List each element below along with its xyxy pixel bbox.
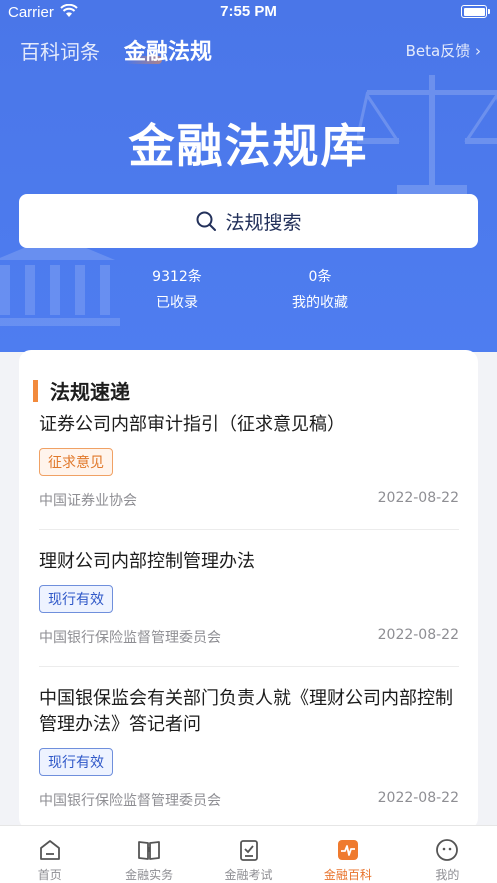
clock: 7:55 PM (220, 3, 277, 20)
top-navigation: 百科词条 金融法规 Beta反馈 › (0, 34, 497, 68)
regulation-search-button[interactable]: 法规搜索 (19, 194, 478, 248)
article-date: 2022-08-22 (377, 627, 459, 643)
section-accent-bar (33, 379, 38, 402)
tab-regulations[interactable]: 金融法规 (124, 34, 212, 66)
search-label: 法规搜索 (225, 211, 302, 234)
status-bar: Carrier 7:55 PM (0, 0, 497, 26)
page-title: 金融法规库 (128, 119, 369, 173)
profile-icon (436, 839, 459, 861)
book-icon (138, 841, 161, 860)
article-date: 2022-08-22 (377, 490, 459, 506)
tab-label: 首页 (37, 868, 62, 882)
stats-row: 9312条 已收录 0条 我的收藏 (0, 266, 497, 316)
tab-exam[interactable]: 金融考试 (199, 826, 298, 883)
tab-label: 我的 (435, 868, 460, 882)
article-title: 中国银保监会有关部门负责人就《理财公司内部控制管理办法》答记者问 (39, 688, 453, 735)
stat-value: 9312条 (152, 269, 202, 285)
regulation-news-card: 法规速递 证券公司内部审计指引（征求意见稿） 征求意见 中国证券业协会 2022… (19, 350, 478, 830)
article-title: 理财公司内部控制管理办法 (39, 551, 255, 572)
stat-favorites[interactable]: 0条 我的收藏 (260, 266, 380, 312)
article-meta: 中国银行保险监督管理委员会 2022-08-22 (39, 790, 459, 810)
article-meta: 中国证券业协会 2022-08-22 (39, 490, 459, 510)
search-icon (196, 211, 217, 231)
article-title: 证券公司内部审计指引（征求意见稿） (39, 414, 345, 435)
section-header: 法规速递 (33, 376, 130, 405)
status-badge: 现行有效 (39, 748, 113, 776)
tab-label: 金融考试 (224, 868, 273, 882)
stat-value: 0条 (308, 269, 332, 285)
stat-label: 已收录 (156, 295, 198, 311)
tab-encyclopedia[interactable]: 百科词条 (20, 36, 100, 65)
article-source: 中国证券业协会 (39, 493, 137, 509)
bottom-tab-bar: 首页 金融实务 金融考试 金融百科 我的 (0, 825, 497, 883)
stat-label: 我的收藏 (292, 295, 348, 311)
list-item[interactable]: 理财公司内部控制管理办法 现行有效 中国银行保险监督管理委员会 2022-08-… (39, 549, 459, 647)
tab-label: 金融百科 (323, 868, 372, 882)
status-badge: 现行有效 (39, 585, 113, 613)
tab-home[interactable]: 首页 (0, 826, 99, 883)
battery-icon (461, 5, 490, 18)
beta-feedback-link[interactable]: Beta反馈 › (406, 40, 481, 61)
list-item[interactable]: 中国银保监会有关部门负责人就《理财公司内部控制管理办法》答记者问 现行有效 中国… (39, 686, 459, 810)
status-badge: 征求意见 (39, 448, 113, 476)
home-icon (39, 840, 60, 860)
stat-collected: 9312条 已收录 (117, 266, 237, 312)
exam-icon (239, 840, 258, 861)
article-source: 中国银行保险监督管理委员会 (39, 793, 221, 809)
wiki-icon (337, 840, 358, 860)
tab-label: 金融实务 (125, 868, 174, 882)
tab-wiki[interactable]: 金融百科 (298, 826, 397, 883)
article-source: 中国银行保险监督管理委员会 (39, 630, 221, 646)
article-date: 2022-08-22 (377, 790, 459, 806)
tab-profile[interactable]: 我的 (398, 826, 497, 883)
divider (39, 666, 459, 667)
divider (39, 529, 459, 530)
article-meta: 中国银行保险监督管理委员会 2022-08-22 (39, 627, 459, 647)
section-title: 法规速递 (50, 380, 130, 404)
list-item[interactable]: 证券公司内部审计指引（征求意见稿） 征求意见 中国证券业协会 2022-08-2… (39, 412, 459, 510)
tab-practice[interactable]: 金融实务 (99, 826, 198, 883)
